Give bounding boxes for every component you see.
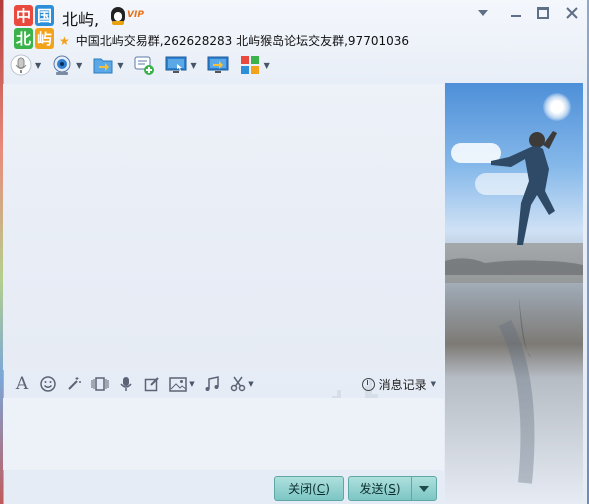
apps-grid-icon bbox=[239, 54, 261, 76]
group-avatar[interactable]: 中 国 北 屿 bbox=[14, 5, 54, 49]
magic-wand-icon[interactable] bbox=[61, 372, 87, 396]
maximize-icon[interactable] bbox=[533, 4, 553, 22]
chevron-down-icon[interactable]: ▼ bbox=[190, 61, 196, 70]
send-options-button[interactable] bbox=[411, 476, 437, 501]
chevron-down-icon[interactable]: ▼ bbox=[264, 61, 270, 70]
add-chat-button[interactable] bbox=[133, 52, 155, 78]
webcam-icon bbox=[51, 54, 73, 76]
format-toolbar: A ▼ ▼ 消息记录 ▼ bbox=[3, 371, 444, 397]
share-screen-icon bbox=[207, 54, 229, 76]
clock-icon bbox=[361, 377, 375, 391]
music-icon[interactable] bbox=[199, 372, 225, 396]
vip-badge[interactable]: VIP bbox=[111, 6, 144, 25]
subtitle-text: 中国北屿交易群,262628283 北屿猴岛论坛交友群,97701036 bbox=[75, 34, 410, 48]
edit-icon[interactable] bbox=[139, 372, 165, 396]
vip-label: VIP bbox=[127, 10, 144, 20]
window-menu-dropdown-icon[interactable] bbox=[473, 4, 493, 22]
voice-message-icon[interactable] bbox=[113, 372, 139, 396]
chevron-down-icon bbox=[419, 485, 429, 492]
star-icon: ★ bbox=[59, 33, 70, 48]
person-silhouette bbox=[445, 131, 583, 484]
webcam-button[interactable]: ▼ bbox=[51, 52, 82, 78]
image-icon[interactable]: ▼ bbox=[165, 372, 199, 396]
close-button-key: C bbox=[316, 481, 326, 496]
chevron-down-icon[interactable]: ▼ bbox=[35, 61, 41, 70]
message-input[interactable] bbox=[3, 398, 444, 470]
logo-char: 中 bbox=[14, 5, 33, 26]
add-chat-icon bbox=[133, 54, 155, 76]
history-label: 消息记录 bbox=[378, 377, 427, 392]
message-history-button[interactable]: 消息记录 ▼ bbox=[361, 373, 436, 395]
remote-assist-button[interactable]: ▼ bbox=[165, 52, 197, 78]
minimize-icon[interactable] bbox=[506, 4, 526, 22]
logo-char: 国 bbox=[35, 5, 54, 26]
close-icon[interactable] bbox=[562, 4, 582, 22]
qq-penguin-icon bbox=[111, 7, 125, 25]
close-button-label-end: ) bbox=[325, 481, 330, 496]
close-button-label: 关闭( bbox=[288, 482, 317, 496]
logo-char: 屿 bbox=[35, 28, 54, 49]
microphone-button[interactable]: ▼ bbox=[10, 52, 41, 78]
send-button-label: 发送( bbox=[359, 482, 389, 496]
logo-char: 北 bbox=[14, 28, 33, 49]
font-icon[interactable]: A bbox=[9, 372, 35, 396]
microphone-icon bbox=[10, 54, 32, 76]
send-button-label-end: ) bbox=[395, 481, 401, 496]
emoji-icon[interactable] bbox=[35, 372, 61, 396]
chat-title: 北屿, bbox=[62, 10, 100, 29]
chevron-down-icon: ▼ bbox=[430, 380, 436, 388]
apps-button[interactable]: ▼ bbox=[239, 52, 270, 78]
share-screen-button[interactable] bbox=[207, 52, 229, 78]
chevron-down-icon[interactable]: ▼ bbox=[76, 61, 82, 70]
remote-assist-icon bbox=[165, 54, 187, 76]
send-button-key: S bbox=[388, 481, 396, 496]
send-button[interactable]: 发送(S) bbox=[348, 476, 412, 501]
shake-window-icon[interactable] bbox=[87, 372, 113, 396]
close-button[interactable]: 关闭(C) bbox=[274, 476, 344, 501]
send-file-icon bbox=[92, 54, 114, 76]
chevron-down-icon[interactable]: ▼ bbox=[117, 61, 123, 70]
message-history[interactable] bbox=[3, 84, 444, 430]
send-file-button[interactable]: ▼ bbox=[92, 52, 123, 78]
screenshot-scissors-icon[interactable]: ▼ bbox=[225, 372, 259, 396]
chat-subtitle: ★ 中国北屿交易群,262628283 北屿猴岛论坛交友群,97701036 bbox=[59, 32, 409, 49]
main-toolbar: ▼ ▼ ▼ ▼ ▼ bbox=[10, 51, 280, 79]
chat-show-image[interactable] bbox=[445, 83, 583, 504]
